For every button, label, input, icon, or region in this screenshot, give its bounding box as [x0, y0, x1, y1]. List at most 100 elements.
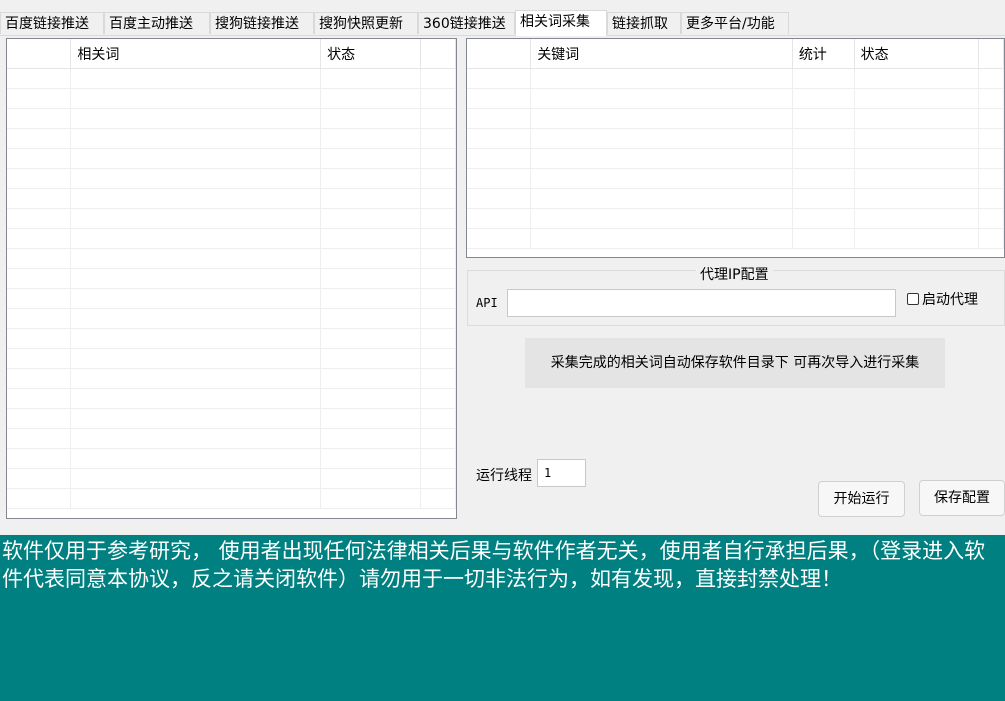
tab-baidu-active-push[interactable]: 百度主动推送	[104, 12, 210, 34]
table-cell[interactable]	[420, 208, 456, 229]
table-cell[interactable]	[70, 128, 322, 149]
table-row[interactable]	[7, 208, 456, 229]
table-row[interactable]	[467, 68, 1004, 89]
start-button[interactable]: 开始运行	[818, 481, 905, 517]
table-cell[interactable]	[530, 208, 793, 229]
table-row[interactable]	[467, 108, 1004, 129]
table-row[interactable]	[7, 328, 456, 349]
table-cell[interactable]	[420, 148, 456, 169]
table-cell[interactable]	[854, 68, 980, 89]
tab-link-crawl[interactable]: 链接抓取	[607, 12, 681, 34]
table-cell[interactable]	[320, 408, 421, 429]
table-cell[interactable]	[320, 428, 421, 449]
table-cell[interactable]	[70, 228, 322, 249]
table-cell[interactable]	[530, 88, 793, 109]
table-cell[interactable]	[320, 348, 421, 369]
table-row[interactable]	[7, 408, 456, 429]
table-cell[interactable]	[7, 88, 72, 109]
table-cell[interactable]	[420, 468, 456, 489]
tab-sogou-snapshot-update[interactable]: 搜狗快照更新	[314, 12, 418, 34]
table-cell[interactable]	[854, 88, 980, 109]
table-cell[interactable]	[420, 388, 456, 409]
enable-proxy-checkbox[interactable]: 启动代理	[907, 289, 978, 309]
table-cell[interactable]	[70, 188, 322, 209]
left-row-header[interactable]	[7, 39, 72, 69]
table-cell[interactable]	[530, 68, 793, 89]
table-cell[interactable]	[7, 348, 72, 369]
table-cell[interactable]	[7, 208, 72, 229]
tab-more-platforms[interactable]: 更多平台/功能	[681, 12, 789, 34]
table-cell[interactable]	[70, 88, 322, 109]
table-cell[interactable]	[792, 88, 855, 109]
table-row[interactable]	[7, 448, 456, 469]
column-header-related-word[interactable]: 相关词	[70, 39, 322, 69]
table-cell[interactable]	[7, 188, 72, 209]
table-cell[interactable]	[70, 108, 322, 129]
table-cell[interactable]	[7, 488, 72, 509]
table-cell[interactable]	[70, 268, 322, 289]
table-cell[interactable]	[320, 208, 421, 229]
table-cell[interactable]	[320, 368, 421, 389]
table-cell[interactable]	[420, 168, 456, 189]
table-cell[interactable]	[70, 348, 322, 369]
table-cell[interactable]	[792, 208, 855, 229]
table-cell[interactable]	[420, 428, 456, 449]
table-cell[interactable]	[320, 88, 421, 109]
table-cell[interactable]	[7, 128, 72, 149]
table-cell[interactable]	[7, 108, 72, 129]
table-cell[interactable]	[70, 448, 322, 469]
table-row[interactable]	[7, 388, 456, 409]
table-cell[interactable]	[792, 68, 855, 89]
table-cell[interactable]	[420, 68, 456, 89]
table-cell[interactable]	[420, 328, 456, 349]
table-cell[interactable]	[854, 168, 980, 189]
table-cell[interactable]	[792, 188, 855, 209]
table-cell[interactable]	[320, 128, 421, 149]
table-cell[interactable]	[7, 288, 72, 309]
table-row[interactable]	[7, 68, 456, 89]
table-cell[interactable]	[420, 288, 456, 309]
table-cell[interactable]	[467, 168, 532, 189]
table-cell[interactable]	[320, 488, 421, 509]
table-cell[interactable]	[7, 248, 72, 269]
table-cell[interactable]	[70, 248, 322, 269]
table-cell[interactable]	[70, 408, 322, 429]
table-cell[interactable]	[530, 228, 793, 249]
table-cell[interactable]	[467, 188, 532, 209]
table-cell[interactable]	[530, 148, 793, 169]
table-cell[interactable]	[7, 448, 72, 469]
table-row[interactable]	[7, 268, 456, 289]
table-cell[interactable]	[70, 168, 322, 189]
table-row[interactable]	[7, 428, 456, 449]
table-cell[interactable]	[420, 188, 456, 209]
table-cell[interactable]	[7, 148, 72, 169]
table-cell[interactable]	[420, 268, 456, 289]
table-cell[interactable]	[978, 148, 1004, 169]
table-cell[interactable]	[7, 328, 72, 349]
table-row[interactable]	[7, 348, 456, 369]
table-cell[interactable]	[320, 188, 421, 209]
tab-360-link-push[interactable]: 360链接推送	[418, 12, 515, 34]
table-row[interactable]	[467, 88, 1004, 109]
table-cell[interactable]	[978, 68, 1004, 89]
table-cell[interactable]	[420, 308, 456, 329]
column-header-status[interactable]: 状态	[320, 39, 421, 69]
table-cell[interactable]	[7, 168, 72, 189]
table-row[interactable]	[7, 168, 456, 189]
table-cell[interactable]	[420, 108, 456, 129]
table-cell[interactable]	[320, 268, 421, 289]
table-row[interactable]	[467, 228, 1004, 249]
table-cell[interactable]	[320, 328, 421, 349]
table-cell[interactable]	[70, 368, 322, 389]
table-cell[interactable]	[70, 208, 322, 229]
table-cell[interactable]	[7, 228, 72, 249]
keywords-grid[interactable]: 关键词 统计 状态	[466, 38, 1005, 258]
table-cell[interactable]	[854, 148, 980, 169]
table-row[interactable]	[7, 88, 456, 109]
table-cell[interactable]	[467, 228, 532, 249]
tab-sogou-link-push[interactable]: 搜狗链接推送	[210, 12, 314, 34]
table-cell[interactable]	[420, 248, 456, 269]
table-cell[interactable]	[320, 168, 421, 189]
table-cell[interactable]	[320, 68, 421, 89]
table-cell[interactable]	[467, 208, 532, 229]
